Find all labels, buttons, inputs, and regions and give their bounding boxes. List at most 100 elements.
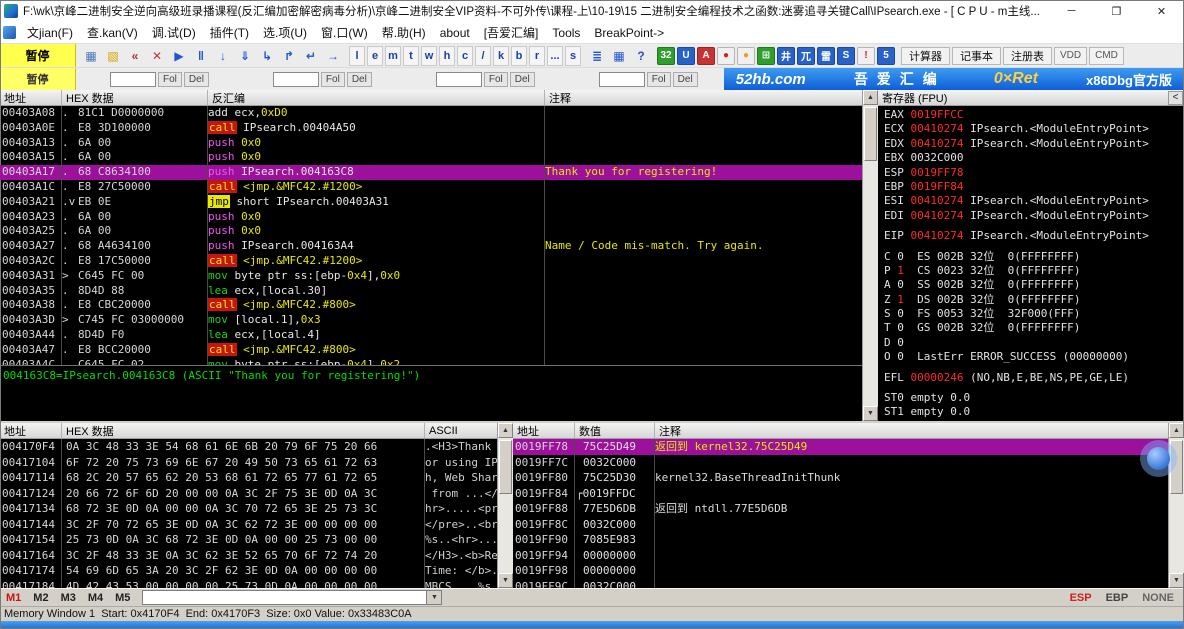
register-line[interactable]: O 0 LastErr ERROR_SUCCESS (00000000) <box>878 350 1184 364</box>
menu-item[interactable]: 文jian(F) <box>20 22 80 43</box>
disasm-row[interactable]: 00403A1C.E8 27C50000call <jmp.&MFC42.#12… <box>0 180 862 195</box>
menu-item[interactable]: 插件(T) <box>203 22 256 43</box>
close-process-icon[interactable]: ✕ <box>147 46 167 66</box>
del-button[interactable]: Del <box>673 72 698 87</box>
stack-row[interactable]: 0019FF9C0032C000 <box>513 579 1168 589</box>
register-line[interactable]: Z 1 DS 002B 32位 0(FFFFFFFF) <box>878 293 1184 307</box>
scroll-up-icon[interactable]: ▲ <box>1169 423 1184 438</box>
plugin-button[interactable]: 5 <box>877 47 895 65</box>
fol-button[interactable]: Fol <box>647 72 671 87</box>
dump-col-hex[interactable]: HEX 数据 <box>62 423 425 438</box>
dump-row[interactable]: 004171844D 42 43 53 00 00 00 00 25 73 0D… <box>0 579 497 589</box>
dump-row[interactable]: 004171443C 2F 70 72 65 3E 0D 0A 3C 62 72… <box>0 517 497 533</box>
goto-icon[interactable]: → <box>323 46 343 66</box>
col-header-address[interactable]: 地址 <box>0 90 62 105</box>
scroll-down-icon[interactable]: ▼ <box>1169 573 1184 588</box>
stack-row[interactable]: 0019FF7875C25D49返回到 kernel32.75C25D49 <box>513 439 1168 455</box>
tool-button[interactable]: VDD <box>1054 47 1087 65</box>
register-line[interactable]: ST0 empty 0.0 <box>878 391 1184 405</box>
collapse-registers-button[interactable]: < <box>1168 91 1183 105</box>
windows-grid-icon[interactable]: ▦ <box>81 46 101 66</box>
menu-item[interactable]: 选.项(U) <box>256 22 314 43</box>
stack-row[interactable]: 0019FF9800000000 <box>513 563 1168 579</box>
window-shortcut-button[interactable]: m <box>385 46 401 66</box>
plugin-button[interactable]: 32 <box>657 47 675 65</box>
restart-icon[interactable]: « <box>125 46 145 66</box>
register-line[interactable]: ST1 empty 0.0 <box>878 405 1184 419</box>
disasm-row[interactable]: 00403A0E.E8 3D100000call IPsearch.00404A… <box>0 121 862 136</box>
help-icon[interactable]: ? <box>631 46 651 66</box>
window-shortcut-button[interactable]: ... <box>547 46 563 66</box>
maximize-button[interactable]: ❐ <box>1094 0 1139 22</box>
disasm-row[interactable]: 00403A31>C645 FC 00mov byte ptr ss:[ebp-… <box>0 269 862 284</box>
dump-scrollbar[interactable]: ▲ ▼ <box>497 423 513 588</box>
memory-map-icon[interactable]: ▦ <box>609 46 629 66</box>
plugin-button[interactable]: S <box>837 47 855 65</box>
scroll-up-icon[interactable]: ▲ <box>498 423 513 438</box>
plugin-button[interactable]: ! <box>857 47 875 65</box>
window-shortcut-button[interactable]: r <box>529 46 545 66</box>
plugin-button[interactable]: 雷 <box>817 47 835 65</box>
window-shortcut-button[interactable]: t <box>403 46 419 66</box>
scroll-up-icon[interactable]: ▲ <box>863 90 878 105</box>
stack-row[interactable]: 0019FF8C0032C000 <box>513 517 1168 533</box>
register-line[interactable]: EFL 00000246 (NO,NB,E,BE,NS,PE,GE,LE) <box>878 371 1184 385</box>
register-line[interactable]: EBX 0032C000 <box>878 151 1184 165</box>
stack-row[interactable]: 0019FF9400000000 <box>513 548 1168 564</box>
register-line[interactable]: D 0 <box>878 336 1184 350</box>
dump-row[interactable]: 0041715425 73 0D 0A 3C 68 72 3E 0D 0A 00… <box>0 532 497 548</box>
scroll-track[interactable] <box>863 105 878 406</box>
disasm-row[interactable]: 00403A35.8D4D 88lea ecx,[local.30] <box>0 284 862 299</box>
register-line[interactable]: EIP 00410274 IPsearch.<ModuleEntryPoint> <box>878 229 1184 243</box>
dump-row[interactable]: 004170F40A 3C 48 33 3E 54 68 61 6E 6B 20… <box>0 439 497 455</box>
stack-row[interactable]: 0019FF907085E983 <box>513 532 1168 548</box>
fol-button[interactable]: Fol <box>321 72 345 87</box>
memory-tab[interactable]: M1 <box>0 592 27 604</box>
plugin-button[interactable]: ⊞ <box>757 47 775 65</box>
chevron-down-icon[interactable]: ▼ <box>426 591 441 604</box>
dump-col-address[interactable]: 地址 <box>0 423 62 438</box>
disasm-row[interactable]: 00403A23.6A 00push 0x0 <box>0 210 862 225</box>
register-line[interactable]: EAX 0019FFCC <box>878 108 1184 122</box>
memory-tab[interactable]: M3 <box>55 592 82 604</box>
register-line[interactable]: S 0 FS 0053 32位 32F000(FFF) <box>878 307 1184 321</box>
register-line[interactable]: EBP 0019FF84 <box>878 180 1184 194</box>
stack-col-comment[interactable]: 注释 <box>655 423 1168 438</box>
stack-col-address[interactable]: 地址 <box>513 423 575 438</box>
register-line[interactable]: EDX 00410274 IPsearch.<ModuleEntryPoint> <box>878 137 1184 151</box>
dump-col-ascii[interactable]: ASCII <box>425 423 497 438</box>
tool-button[interactable]: 计算器 <box>901 47 950 65</box>
disasm-row[interactable]: 00403A44.8D4D F0lea ecx,[local.4] <box>0 328 862 343</box>
stack-row[interactable]: 0019FF8877E5D6DB返回到 ntdll.77E5D6DB <box>513 501 1168 517</box>
memory-tab[interactable]: M4 <box>82 592 109 604</box>
menu-item[interactable]: 窗.口(W) <box>314 22 375 43</box>
disasm-row[interactable]: 00403A21.vEB 0Ejmp short IPsearch.00403A… <box>0 195 862 210</box>
dump-row[interactable]: 0041713468 72 3E 0D 0A 00 00 0A 3C 70 72… <box>0 501 497 517</box>
register-line[interactable]: ECX 00410274 IPsearch.<ModuleEntryPoint> <box>878 122 1184 136</box>
register-line[interactable]: ESI 00410274 IPsearch.<ModuleEntryPoint> <box>878 194 1184 208</box>
memory-tab[interactable]: M5 <box>109 592 136 604</box>
register-line[interactable]: P 1 CS 0023 32位 0(FFFFFFFF) <box>878 264 1184 278</box>
address-input[interactable] <box>273 72 319 87</box>
floating-assist-ball[interactable] <box>1140 440 1177 477</box>
scroll-down-icon[interactable]: ▼ <box>498 573 513 588</box>
address-input[interactable] <box>110 72 156 87</box>
register-line[interactable]: ESP 0019FF78 <box>878 166 1184 180</box>
dump-row[interactable]: 0041717454 69 6D 65 3A 20 3C 2F 62 3E 0D… <box>0 563 497 579</box>
trace-over-icon[interactable]: ↱ <box>279 46 299 66</box>
stack-row[interactable]: 0019FF84┌0019FFDC <box>513 486 1168 502</box>
register-line[interactable]: T 0 GS 002B 32位 0(FFFFFFFF) <box>878 321 1184 335</box>
window-shortcut-button[interactable]: b <box>511 46 527 66</box>
plugin-button[interactable]: 兀 <box>797 47 815 65</box>
step-into-icon[interactable]: ↓ <box>213 46 233 66</box>
disasm-row[interactable]: 00403A27.68 A4634100push IPsearch.004163… <box>0 239 862 254</box>
menu-item[interactable]: Tools <box>545 24 587 42</box>
menu-item[interactable]: [吾爱汇编] <box>477 22 546 43</box>
col-header-comment[interactable]: 注释 <box>545 90 862 105</box>
disasm-row[interactable]: 00403A38.E8 CBC20000call <jmp.&MFC42.#80… <box>0 298 862 313</box>
fol-button[interactable]: Fol <box>484 72 508 87</box>
scroll-thumb[interactable] <box>864 107 877 161</box>
tool-button[interactable]: CMD <box>1089 47 1124 65</box>
pause-status[interactable]: 暂停 <box>0 44 76 67</box>
disasm-row[interactable]: 00403A2C.E8 17C50000call <jmp.&MFC42.#12… <box>0 254 862 269</box>
